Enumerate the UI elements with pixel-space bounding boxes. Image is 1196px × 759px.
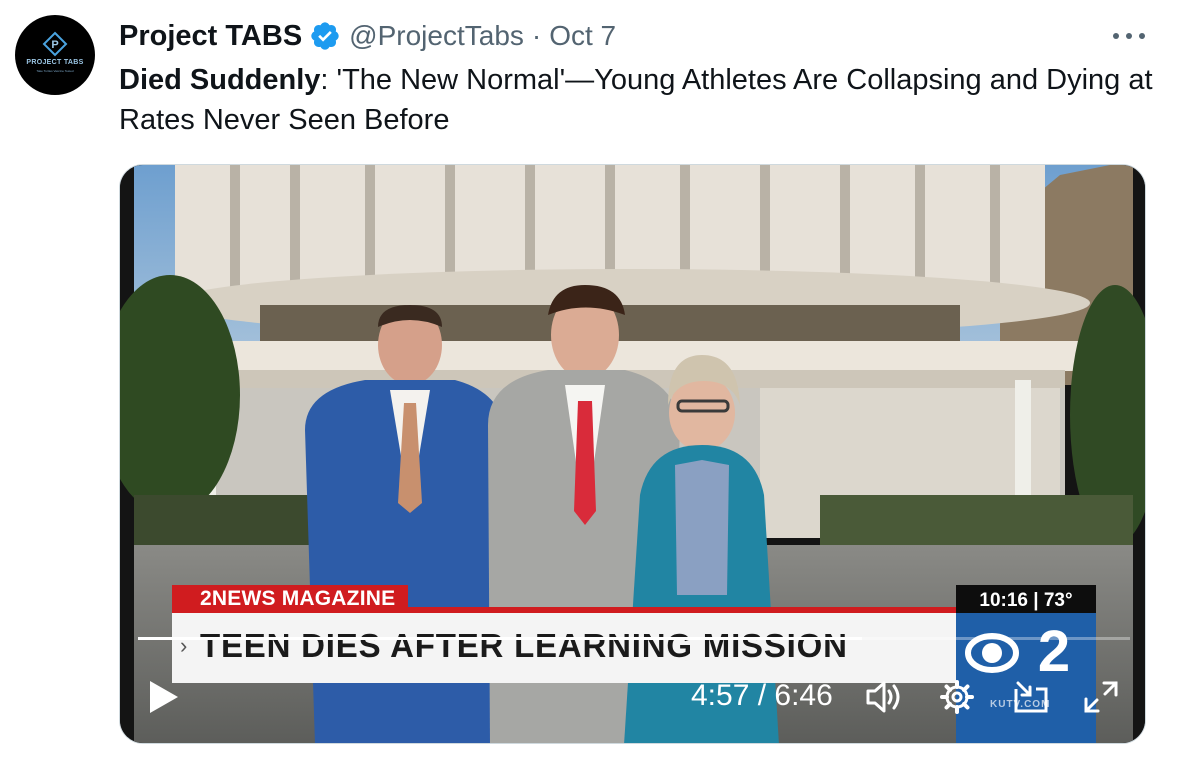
avatar[interactable]: P PROJECT TABS Take Turtles Vaccine Test… — [15, 15, 95, 95]
play-icon[interactable] — [146, 679, 180, 715]
video-progress-bar[interactable] — [138, 637, 1130, 640]
avatar-initial: P — [51, 39, 58, 51]
verified-badge-icon[interactable] — [309, 20, 341, 52]
video-player[interactable]: 2NEWS MAGAZINE › TEEN DIES AFTER LEARNIN… — [119, 164, 1146, 744]
tweet-text: Died Suddenly: 'The New Normal'—Young At… — [119, 60, 1159, 140]
dot — [1113, 33, 1119, 39]
news-headline: TEEN DIES AFTER LEARNING MISSION — [200, 627, 848, 664]
current-time: 4:57 — [691, 679, 750, 712]
duration: 6:46 — [774, 679, 833, 712]
header-separator: · — [531, 20, 542, 51]
minimize-player-icon[interactable] — [1012, 679, 1050, 715]
avatar-brand-text: PROJECT TABS — [26, 59, 84, 66]
more-dots-icon[interactable] — [1113, 24, 1145, 48]
author-handle[interactable]: @ProjectTabs — [349, 20, 524, 52]
network-logo-number: 2 — [1038, 619, 1070, 684]
volume-icon[interactable] — [864, 679, 902, 715]
tweet-date[interactable]: Oct 7 — [549, 20, 616, 52]
tweet-header: Project TABS @ProjectTabs · Oct 7 — [119, 14, 616, 58]
tweet-bold-prefix: Died Suddenly — [119, 64, 321, 96]
dot — [1126, 33, 1132, 39]
project-tabs-logo-icon: P — [42, 31, 68, 57]
time-separator: / — [749, 679, 775, 712]
video-timecode: 4:57 / 6:46 — [691, 679, 833, 713]
avatar-tagline-text: Take Turtles Vaccine Tested — [36, 69, 74, 73]
fullscreen-icon[interactable] — [1082, 679, 1120, 715]
gear-icon[interactable] — [938, 679, 976, 715]
author-name[interactable]: Project TABS — [119, 20, 302, 53]
video-progress-fill — [138, 637, 863, 640]
dot — [1139, 33, 1145, 39]
